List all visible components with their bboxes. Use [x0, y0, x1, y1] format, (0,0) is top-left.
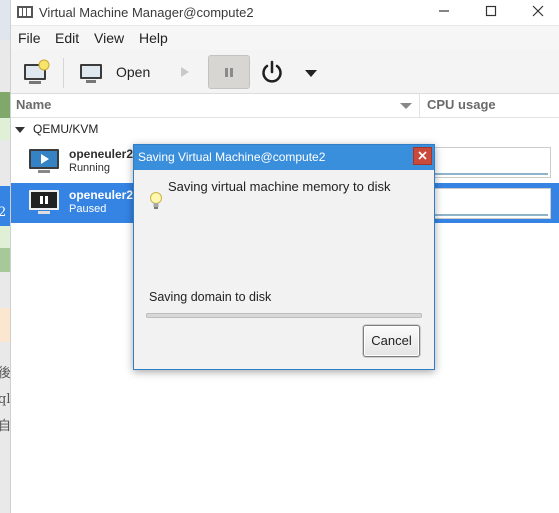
- menu-bar: File Edit View Help: [11, 26, 559, 50]
- desktop-block: [0, 248, 10, 272]
- column-cpu-header[interactable]: CPU usage: [427, 97, 496, 112]
- maximize-button[interactable]: [479, 2, 503, 24]
- desktop-background: 2 後 ql 自: [0, 0, 11, 513]
- chevron-down-icon: [305, 70, 317, 77]
- desktop-block: [0, 0, 10, 40]
- vm-name: openeuler22: [69, 147, 140, 161]
- menu-edit[interactable]: Edit: [55, 30, 79, 46]
- shutdown-menu-button[interactable]: [299, 55, 323, 89]
- saving-dialog: Saving Virtual Machine@compute2 Saving v…: [133, 144, 435, 370]
- cpu-usage-graph: [426, 147, 551, 178]
- close-window-button[interactable]: [526, 2, 550, 24]
- pause-button[interactable]: [208, 55, 250, 89]
- column-divider: [419, 94, 420, 118]
- menu-file[interactable]: File: [18, 30, 41, 46]
- new-vm-button[interactable]: [17, 55, 57, 89]
- run-button[interactable]: [172, 55, 198, 89]
- progress-bar: [146, 313, 422, 318]
- desktop-glyph: 2: [0, 205, 7, 220]
- shutdown-button[interactable]: [257, 55, 287, 89]
- close-icon: [532, 5, 544, 17]
- virt-manager-app-icon: [17, 6, 33, 18]
- column-header: Name CPU usage: [11, 94, 559, 118]
- title-bar[interactable]: Virtual Machine Manager@compute2: [11, 0, 559, 26]
- dialog-title: Saving Virtual Machine@compute2: [138, 150, 326, 164]
- close-icon: [418, 151, 427, 160]
- vm-running-icon: [29, 149, 59, 173]
- open-label: Open: [116, 64, 151, 80]
- menu-help[interactable]: Help: [139, 30, 168, 46]
- maximize-icon: [485, 5, 497, 17]
- toolbar: Open: [11, 50, 559, 94]
- monitor-icon: [80, 64, 102, 83]
- vm-paused-icon: [29, 190, 59, 214]
- new-vm-icon: [24, 59, 50, 84]
- expander-triangle-icon[interactable]: [15, 127, 25, 133]
- vm-state: Running: [69, 162, 110, 174]
- vm-name: openeuler22: [69, 188, 140, 202]
- power-icon: [262, 60, 282, 83]
- desktop-block: [0, 308, 10, 342]
- desktop-block: [0, 92, 10, 118]
- play-icon: [181, 67, 189, 77]
- desktop-glyph: ql: [0, 392, 11, 407]
- desktop-block: [0, 118, 10, 140]
- minimize-icon: [439, 10, 449, 12]
- sort-arrow-icon: [400, 103, 412, 109]
- window-title: Virtual Machine Manager@compute2: [39, 5, 254, 20]
- cpu-usage-graph: [426, 188, 551, 219]
- dialog-title-bar[interactable]: Saving Virtual Machine@compute2: [134, 145, 434, 170]
- open-button[interactable]: Open: [73, 55, 153, 89]
- cancel-button[interactable]: Cancel: [363, 325, 420, 357]
- dialog-status: Saving domain to disk: [149, 290, 272, 304]
- column-name-header[interactable]: Name: [16, 97, 51, 112]
- vm-state: Paused: [69, 203, 107, 215]
- connection-label: QEMU/KVM: [33, 122, 99, 136]
- lightbulb-icon: [150, 192, 162, 209]
- desktop-block: [0, 226, 10, 248]
- pause-icon: [225, 68, 233, 77]
- dialog-close-button[interactable]: [413, 147, 432, 165]
- minimize-button[interactable]: [432, 2, 456, 24]
- menu-view[interactable]: View: [94, 30, 124, 46]
- connection-group[interactable]: QEMU/KVM: [11, 120, 559, 140]
- dialog-message: Saving virtual machine memory to disk: [168, 179, 391, 194]
- toolbar-separator: [63, 58, 64, 88]
